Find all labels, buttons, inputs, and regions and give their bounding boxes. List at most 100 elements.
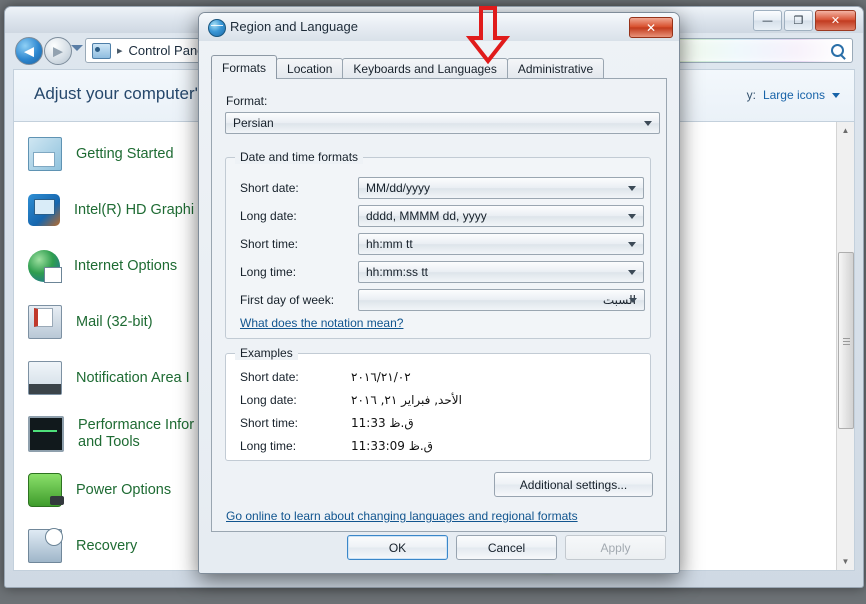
close-icon: ✕ bbox=[645, 20, 657, 35]
view-by-label: y: bbox=[746, 88, 756, 102]
tab-label: Formats bbox=[222, 60, 267, 75]
additional-settings-button[interactable]: Additional settings... bbox=[494, 472, 653, 497]
long-date-value: dddd, MMMM dd, yyyy bbox=[366, 209, 487, 223]
list-item-label-line1: Performance Infor bbox=[78, 416, 195, 433]
breadcrumb[interactable]: Control Panel bbox=[129, 43, 208, 58]
first-day-of-week-combobox[interactable]: السبت bbox=[358, 289, 645, 311]
example-short-time-label: Short time: bbox=[240, 416, 299, 430]
search-input[interactable] bbox=[667, 40, 851, 61]
forward-arrow-icon: ▶ bbox=[53, 43, 63, 59]
performance-information-icon bbox=[28, 416, 64, 452]
list-item-label[interactable]: Getting Started bbox=[76, 145, 174, 163]
long-time-label: Long time: bbox=[240, 265, 297, 279]
tab-label: Administrative bbox=[517, 62, 594, 76]
forward-button[interactable]: ▶ bbox=[44, 37, 72, 65]
vertical-scrollbar[interactable]: ▲ ▼ bbox=[836, 122, 854, 570]
notation-help-link[interactable]: What does the notation mean? bbox=[240, 316, 403, 330]
short-time-combobox[interactable]: hh:mm tt bbox=[358, 233, 644, 255]
go-online-link[interactable]: Go online to learn about changing langua… bbox=[226, 509, 578, 523]
chevron-down-icon[interactable] bbox=[832, 92, 840, 98]
region-globe-icon bbox=[208, 19, 226, 37]
list-item-label[interactable]: Mail (32-bit) bbox=[76, 313, 153, 331]
internet-options-icon bbox=[28, 250, 62, 283]
power-options-icon bbox=[28, 473, 64, 507]
list-item-label[interactable]: Notification Area I bbox=[76, 369, 190, 387]
tab-label: Location bbox=[287, 62, 333, 76]
ok-label: OK bbox=[388, 540, 407, 555]
format-value: Persian bbox=[233, 116, 274, 130]
short-time-value: hh:mm tt bbox=[366, 237, 413, 251]
cancel-button[interactable]: Cancel bbox=[456, 535, 557, 560]
ok-button[interactable]: OK bbox=[347, 535, 448, 560]
group-title: Date and time formats bbox=[235, 150, 364, 164]
chevron-down-icon bbox=[628, 242, 636, 247]
dialog-title: Region and Language bbox=[230, 19, 358, 34]
example-long-time-label: Long time: bbox=[240, 439, 297, 453]
view-by-control[interactable]: y: Large icons bbox=[747, 88, 840, 102]
short-date-combobox[interactable]: MM/dd/yyyy bbox=[358, 177, 644, 199]
breadcrumb-separator-icon: ▸ bbox=[117, 45, 123, 57]
format-label: Format: bbox=[226, 94, 268, 108]
short-time-label: Short time: bbox=[240, 237, 299, 251]
chevron-down-icon bbox=[629, 298, 637, 303]
list-item-label[interactable]: Performance Infor and Tools bbox=[78, 417, 194, 452]
tab-location[interactable]: Location bbox=[276, 58, 344, 79]
list-item-label[interactable]: Power Options bbox=[76, 481, 171, 499]
intel-hd-graphics-icon bbox=[28, 194, 60, 226]
tab-formats[interactable]: Formats bbox=[211, 55, 278, 79]
maximize-button[interactable]: ❐ bbox=[784, 10, 813, 31]
list-item-label[interactable]: Internet Options bbox=[74, 257, 177, 275]
tab-strip: Formats Location Keyboards and Languages… bbox=[211, 55, 667, 79]
getting-started-icon bbox=[28, 137, 62, 171]
date-and-time-formats-group: Date and time formats Short date: MM/dd/… bbox=[225, 150, 651, 339]
example-short-date-value: ٢٠١٦/٢١/٠٢ bbox=[351, 370, 411, 384]
example-long-time-value: ق.ظ 11:33:09 bbox=[351, 439, 433, 453]
back-arrow-icon: ◀ bbox=[24, 43, 34, 59]
recovery-icon bbox=[28, 528, 63, 563]
short-date-value: MM/dd/yyyy bbox=[366, 181, 431, 195]
list-item-label[interactable]: Intel(R) HD Graphi bbox=[74, 201, 194, 219]
example-long-date-label: Long date: bbox=[240, 393, 297, 407]
search-icon bbox=[831, 44, 844, 57]
apply-label: Apply bbox=[600, 540, 631, 555]
chevron-down-icon bbox=[644, 121, 652, 126]
formats-tab-panel: Format: Persian Date and time formats Sh… bbox=[211, 78, 667, 532]
scroll-up-arrow-icon[interactable]: ▲ bbox=[837, 122, 854, 139]
window-controls: — ❐ ✕ bbox=[753, 10, 856, 31]
annotation-red-down-arrow-icon bbox=[465, 6, 511, 65]
example-short-time-value: ق.ظ 11:33 bbox=[351, 416, 414, 430]
first-day-of-week-label: First day of week: bbox=[240, 293, 335, 307]
back-button[interactable]: ◀ bbox=[15, 37, 43, 65]
region-and-language-dialog: Region and Language ✕ Formats Location K… bbox=[198, 12, 680, 574]
chevron-down-icon bbox=[628, 214, 636, 219]
additional-settings-label: Additional settings... bbox=[519, 477, 628, 492]
long-time-combobox[interactable]: hh:mm:ss tt bbox=[358, 261, 644, 283]
close-icon: ✕ bbox=[830, 14, 841, 27]
examples-group: Examples Short date: ٢٠١٦/٢١/٠٢ Long dat… bbox=[225, 346, 651, 461]
list-item-label[interactable]: Recovery bbox=[76, 537, 137, 555]
close-button[interactable]: ✕ bbox=[815, 10, 856, 31]
mail-icon bbox=[28, 305, 62, 339]
notification-area-icon bbox=[28, 361, 62, 395]
list-item-label-line2: and Tools bbox=[78, 434, 140, 450]
format-combobox[interactable]: Persian bbox=[225, 112, 660, 134]
long-date-label: Long date: bbox=[240, 209, 297, 223]
recent-pages-chevron-down-icon[interactable] bbox=[71, 45, 83, 51]
long-date-combobox[interactable]: dddd, MMMM dd, yyyy bbox=[358, 205, 644, 227]
cancel-label: Cancel bbox=[487, 540, 526, 555]
scrollbar-grip-icon bbox=[843, 337, 850, 345]
minimize-button[interactable]: — bbox=[753, 10, 782, 31]
tab-label: Keyboards and Languages bbox=[353, 62, 497, 76]
tab-administrative[interactable]: Administrative bbox=[506, 58, 605, 79]
minimize-icon: — bbox=[762, 14, 773, 27]
scrollbar-thumb[interactable] bbox=[838, 252, 854, 429]
short-date-label: Short date: bbox=[240, 181, 299, 195]
chevron-down-icon bbox=[628, 270, 636, 275]
apply-button: Apply bbox=[565, 535, 666, 560]
view-by-value[interactable]: Large icons bbox=[763, 88, 825, 102]
scroll-down-arrow-icon[interactable]: ▼ bbox=[837, 553, 854, 570]
dialog-button-bar: OK Cancel Apply bbox=[347, 535, 666, 560]
dialog-close-button[interactable]: ✕ bbox=[629, 17, 673, 38]
maximize-icon: ❐ bbox=[793, 14, 804, 27]
chevron-down-icon bbox=[628, 186, 636, 191]
